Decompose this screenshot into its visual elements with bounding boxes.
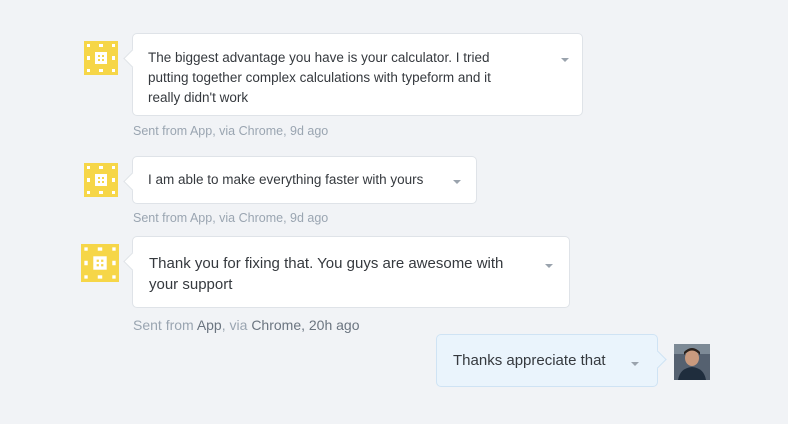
chevron-down-icon[interactable] [545, 264, 553, 268]
message-bubble: Thank you for fixing that. You guys are … [132, 236, 570, 308]
identicon-avatar-icon [81, 244, 119, 282]
message-text: The biggest advantage you have is your c… [148, 50, 491, 105]
reply-text: Thanks appreciate that [453, 352, 606, 369]
user-avatar [84, 163, 118, 197]
message-bubble: I am able to make everything faster with… [132, 156, 477, 204]
identicon-avatar-icon [84, 163, 118, 197]
admin-avatar [674, 344, 710, 380]
reply-bubble: Thanks appreciate that [436, 334, 658, 387]
message-meta: Sent from App, via Chrome, 9d ago [133, 124, 329, 138]
message-meta: Sent from App, via Chrome, 9d ago [133, 211, 329, 225]
message-meta: Sent from App, via Chrome, 20h ago [133, 317, 360, 333]
chevron-down-icon[interactable] [453, 180, 461, 184]
chevron-down-icon[interactable] [631, 362, 639, 366]
message-bubble: The biggest advantage you have is your c… [132, 33, 583, 116]
user-avatar [81, 244, 119, 282]
chevron-down-icon[interactable] [561, 58, 569, 62]
message-text: Thank you for fixing that. You guys are … [149, 255, 504, 293]
identicon-avatar-icon [84, 41, 118, 75]
user-photo-avatar-icon [674, 344, 710, 380]
user-avatar [84, 41, 118, 75]
message-text: I am able to make everything faster with… [148, 172, 424, 187]
